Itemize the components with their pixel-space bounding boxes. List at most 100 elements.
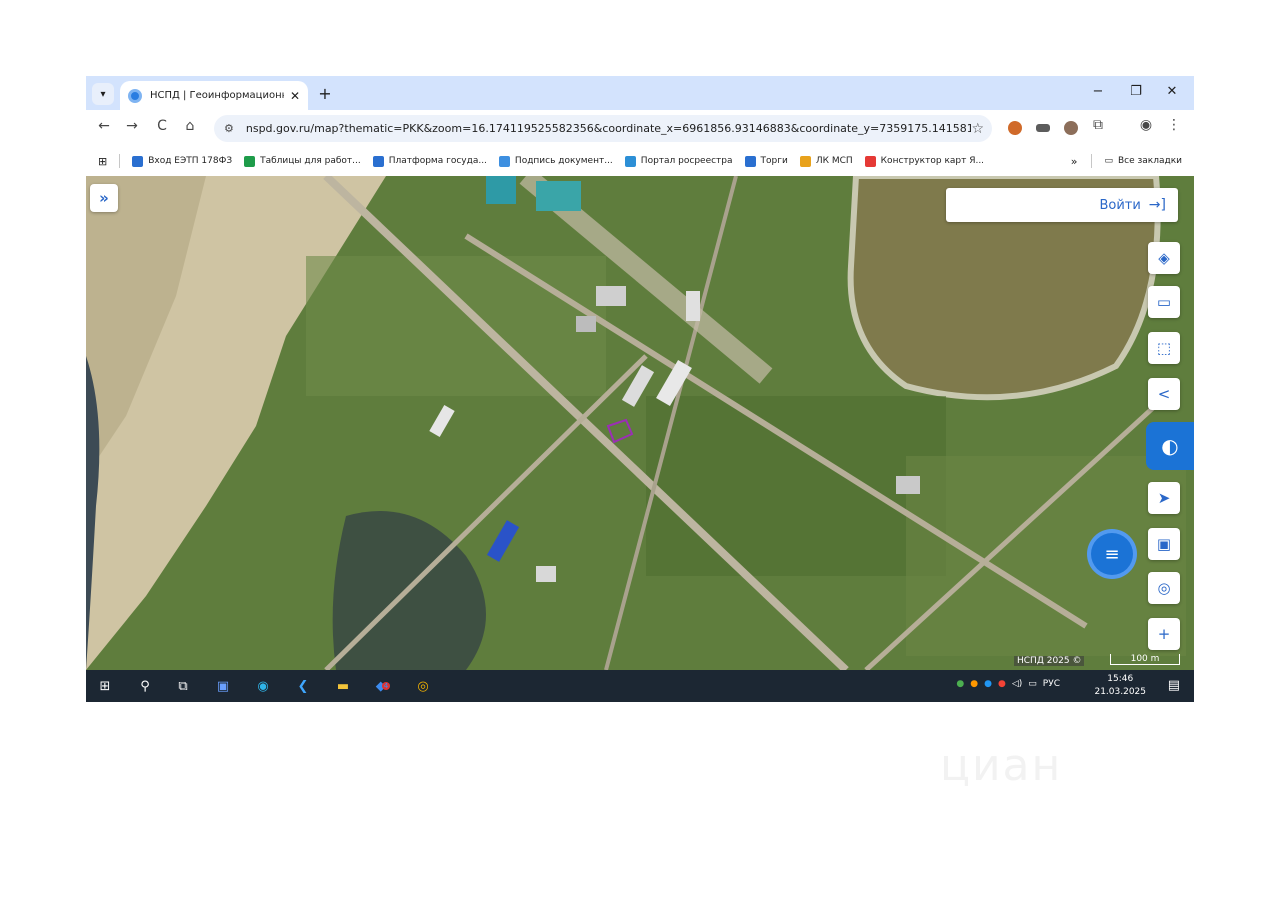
apps-grid-icon[interactable]: ⊞ [98,155,107,168]
bookmark-favicon-icon [624,155,636,167]
new-tab-button[interactable]: + [316,84,334,103]
home-button[interactable]: ⌂ [180,118,200,134]
share-icon: < [1157,385,1171,403]
bookmark-item[interactable]: Портал росреестра [624,155,733,167]
address-bar[interactable]: ⚙ nspd.gov.ru/map?thematic=PKK&zoom=16.1… [214,115,992,142]
cian-watermark: циан [940,740,1063,791]
bookmark-favicon-icon [864,155,876,167]
window-close-button[interactable]: ✕ [1162,84,1182,99]
site-info-icon[interactable]: ⚙ [224,122,234,135]
bookmark-favicon-icon [132,155,144,167]
bookmark-item[interactable]: Торги [744,155,788,167]
locate-button[interactable]: ➤ [1148,482,1180,514]
volume-icon[interactable]: ◁) [1012,679,1022,689]
share-button[interactable]: < [1148,378,1180,410]
tab-title: НСПД | Геоинформационный [150,90,284,101]
bookmark-label: Торги [760,156,788,166]
geo-search-icon: ◎ [1157,579,1171,597]
tab-search-button[interactable]: ▾ [92,83,114,105]
bookmark-item[interactable]: ЛК МСП [799,155,853,167]
login-button[interactable]: Войти →] [946,188,1178,222]
bookmark-item[interactable]: Платформа госуда... [372,155,487,167]
bookmark-label: Подпись документ... [514,156,613,166]
extension-shield-icon[interactable] [1064,121,1078,135]
task-view-icon[interactable]: ⧉ [174,677,192,695]
nspd-logo-button[interactable]: ◐ [1146,422,1194,470]
search-icon[interactable]: ⚲ [136,677,154,695]
browser-toolbar: ← → C ⌂ ⚙ nspd.gov.ru/map?thematic=PKK&z… [86,110,1194,146]
tray-app-icon-2[interactable]: ● [970,679,978,689]
bookmark-label: Портал росреестра [640,156,733,166]
zoom-in-icon: + [1157,625,1171,643]
tab-close-icon[interactable]: ✕ [290,89,300,103]
bookmark-item[interactable]: Конструктор карт Я... [864,155,984,167]
system-clock[interactable]: 15:46 21.03.2025 [1094,673,1146,699]
tray-app-icon[interactable]: ● [956,679,964,689]
bookmark-item[interactable]: Вход ЕЭТП 178ФЗ [132,155,233,167]
save-disk-icon[interactable]: ▣ [214,677,232,695]
windows-start-icon[interactable]: ⊞ [96,677,114,695]
minimap-icon: ▣ [1156,535,1172,553]
nspd-logo-icon: ◐ [1161,434,1179,458]
area-select-icon: ⬚ [1156,339,1172,357]
bookmark-favicon-icon [744,155,756,167]
bookmark-item[interactable]: Таблицы для работ... [244,155,361,167]
chat-icon: ≡ [1104,543,1120,565]
chat-button[interactable]: ≡ [1087,529,1137,579]
language-indicator[interactable]: РУС [1043,679,1060,689]
bookmarks-divider-right [1091,154,1093,168]
all-bookmarks-link[interactable]: Все закладки [1118,156,1182,166]
minimize-button[interactable]: − [1088,84,1108,99]
layers-button[interactable]: ◈ [1148,242,1180,274]
active-tab[interactable]: НСПД | Геоинформационный ✕ [120,81,308,110]
bookmark-label: ЛК МСП [815,156,853,166]
bookmark-star-icon[interactable]: ☆ [971,121,984,137]
nspd-favicon-icon [128,88,142,103]
login-label: Войти [1099,197,1141,213]
browser-window: ▾ НСПД | Геоинформационный ✕ + − ❐ ✕ ← →… [86,76,1194,702]
geo-search-button[interactable]: ◎ [1148,572,1180,604]
zoom-in-button[interactable]: + [1148,618,1180,650]
browser-menu-button[interactable]: ⋮ [1164,117,1184,133]
reload-button[interactable]: C [152,118,172,134]
notifications-icon[interactable]: ▤ [1168,678,1180,693]
restore-button[interactable]: ❐ [1126,84,1146,99]
network-icon[interactable]: ▭ [1028,679,1037,689]
tray-app-icon-3[interactable]: ● [984,679,992,689]
app-arrow-icon[interactable]: ❮ [294,677,312,695]
profile-icon[interactable]: ◉ [1136,117,1156,133]
app-badge-icon[interactable]: ◆ 4 [374,677,392,695]
extension-icon[interactable] [1036,124,1050,132]
bookmark-label: Вход ЕЭТП 178ФЗ [148,156,233,166]
bookmark-favicon-icon [372,155,384,167]
clock-date: 21.03.2025 [1094,687,1146,697]
file-explorer-icon[interactable]: ▬ [334,677,352,695]
login-arrow-icon: →] [1148,197,1166,213]
locate-icon: ➤ [1157,489,1171,507]
more-bookmarks-button[interactable]: » [1071,155,1078,168]
expand-panel-button[interactable]: » [90,184,118,212]
forward-button[interactable]: → [122,118,142,134]
minimap-button[interactable]: ▣ [1148,528,1180,560]
back-button[interactable]: ← [94,118,114,134]
extensions-puzzle-icon[interactable]: ⧉ [1088,117,1108,133]
bookmark-item[interactable]: Подпись документ... [498,155,613,167]
bookmarks-divider [119,154,121,168]
bookmark-label: Таблицы для работ... [260,156,361,166]
area-select-button[interactable]: ⬚ [1148,332,1180,364]
map-scale: 100 m [1110,654,1180,665]
ruler-button[interactable]: ▭ [1148,286,1180,318]
bookmark-favicon-icon [799,155,811,167]
satellite-imagery [86,176,1194,670]
map-view[interactable]: » Войти →] ◈ ▭ ⬚ < ◐ ➤ ▣ ◎ + ≡ НСПД 2025… [86,176,1194,670]
screenshot-stage: ▾ НСПД | Геоинформационный ✕ + − ❐ ✕ ← →… [0,0,1280,904]
url-text[interactable]: nspd.gov.ru/map?thematic=PKK&zoom=16.174… [246,122,972,135]
edge-icon[interactable]: ◉ [254,677,272,695]
folder-icon: ▭ [1104,156,1113,166]
tray-app-icon-4[interactable]: ● [998,679,1006,689]
extension-avatar-icon[interactable] [1008,121,1022,135]
bookmark-favicon-icon [244,155,256,167]
tab-strip: ▾ НСПД | Геоинформационный ✕ + − ❐ ✕ [86,76,1194,110]
chrome-icon[interactable]: ◎ [414,677,432,695]
bookmarks-bar: ⊞ Вход ЕЭТП 178ФЗ Таблицы для работ... Пла… [86,146,1194,176]
